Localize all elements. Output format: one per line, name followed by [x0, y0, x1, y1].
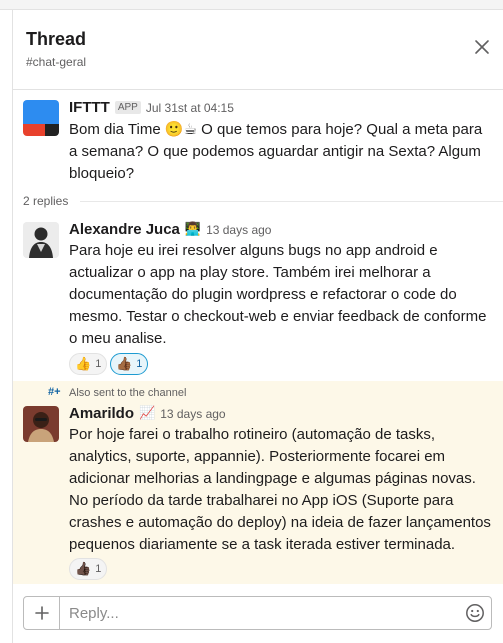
- window-top-strip: [0, 0, 503, 10]
- close-icon: [475, 40, 489, 54]
- ifttt-logo-icon: [23, 100, 59, 136]
- timestamp[interactable]: 13 days ago: [206, 223, 271, 237]
- reaction-thumbs-up-medium-dark[interactable]: 👍🏾 1: [110, 353, 149, 375]
- reaction-thumbs-up[interactable]: 👍 1: [69, 353, 108, 375]
- slightly-smiling-face-emoji: 🙂: [164, 120, 184, 138]
- reply-message: Amarildo 📈 13 days ago Por hoje farei o …: [13, 403, 503, 578]
- chart-status-emoji: 📈: [139, 406, 156, 421]
- channel-link[interactable]: #chat-geral: [26, 55, 86, 69]
- thumbs-up-emoji: 👍🏾: [116, 356, 133, 372]
- reaction-count: 1: [95, 358, 102, 370]
- thumbs-up-emoji: 👍: [75, 356, 92, 372]
- sender-name[interactable]: IFTTT: [69, 99, 110, 116]
- timestamp[interactable]: Jul 31st at 04:15: [146, 101, 234, 115]
- replies-divider: [80, 201, 503, 202]
- avatar[interactable]: [23, 406, 59, 442]
- plus-icon: [34, 606, 49, 620]
- reaction-thumbs-up-dark[interactable]: 👍🏿 1: [69, 558, 108, 580]
- message-text: Por hoje farei o trabalho rotineiro (aut…: [69, 426, 491, 553]
- avatar[interactable]: [23, 100, 59, 136]
- add-attachment-button[interactable]: [24, 597, 60, 629]
- thumbs-up-emoji: 👍🏿: [75, 561, 92, 577]
- share-channel-icon: #+: [48, 386, 61, 398]
- reaction-count: 1: [136, 358, 143, 370]
- page-title: Thread: [26, 29, 87, 49]
- app-badge: APP: [114, 101, 141, 114]
- reaction-count: 1: [95, 563, 102, 575]
- avatar[interactable]: [23, 222, 59, 258]
- user-avatar-icon: [23, 222, 59, 258]
- coffee-emoji: ☕: [183, 120, 198, 138]
- smiley-icon: [466, 604, 484, 622]
- close-button[interactable]: [469, 34, 495, 60]
- sender-name[interactable]: Amarildo: [69, 405, 134, 422]
- message-text-part: Bom dia Time: [69, 121, 165, 138]
- sender-name[interactable]: Alexandre Juca: [69, 221, 180, 238]
- technologist-status-emoji: 👨‍💻: [184, 222, 202, 237]
- parent-message: IFTTT APP Jul 31st at 04:15 Bom dia Time…: [13, 96, 503, 186]
- message-text: Bom dia Time 🙂☕ O que temos para hoje? Q…: [69, 118, 494, 185]
- message-text: Para hoje eu irei resolver alguns bugs n…: [69, 242, 487, 347]
- emoji-button[interactable]: [459, 597, 491, 629]
- timestamp[interactable]: 13 days ago: [160, 407, 225, 421]
- reply-composer: [23, 596, 492, 630]
- thread-header: Thread #chat-geral: [13, 10, 503, 90]
- replies-count: 2 replies: [23, 194, 69, 208]
- reply-input[interactable]: [60, 597, 459, 629]
- also-sent-label: Also sent to the channel: [69, 387, 187, 399]
- user-avatar-icon: [23, 406, 59, 442]
